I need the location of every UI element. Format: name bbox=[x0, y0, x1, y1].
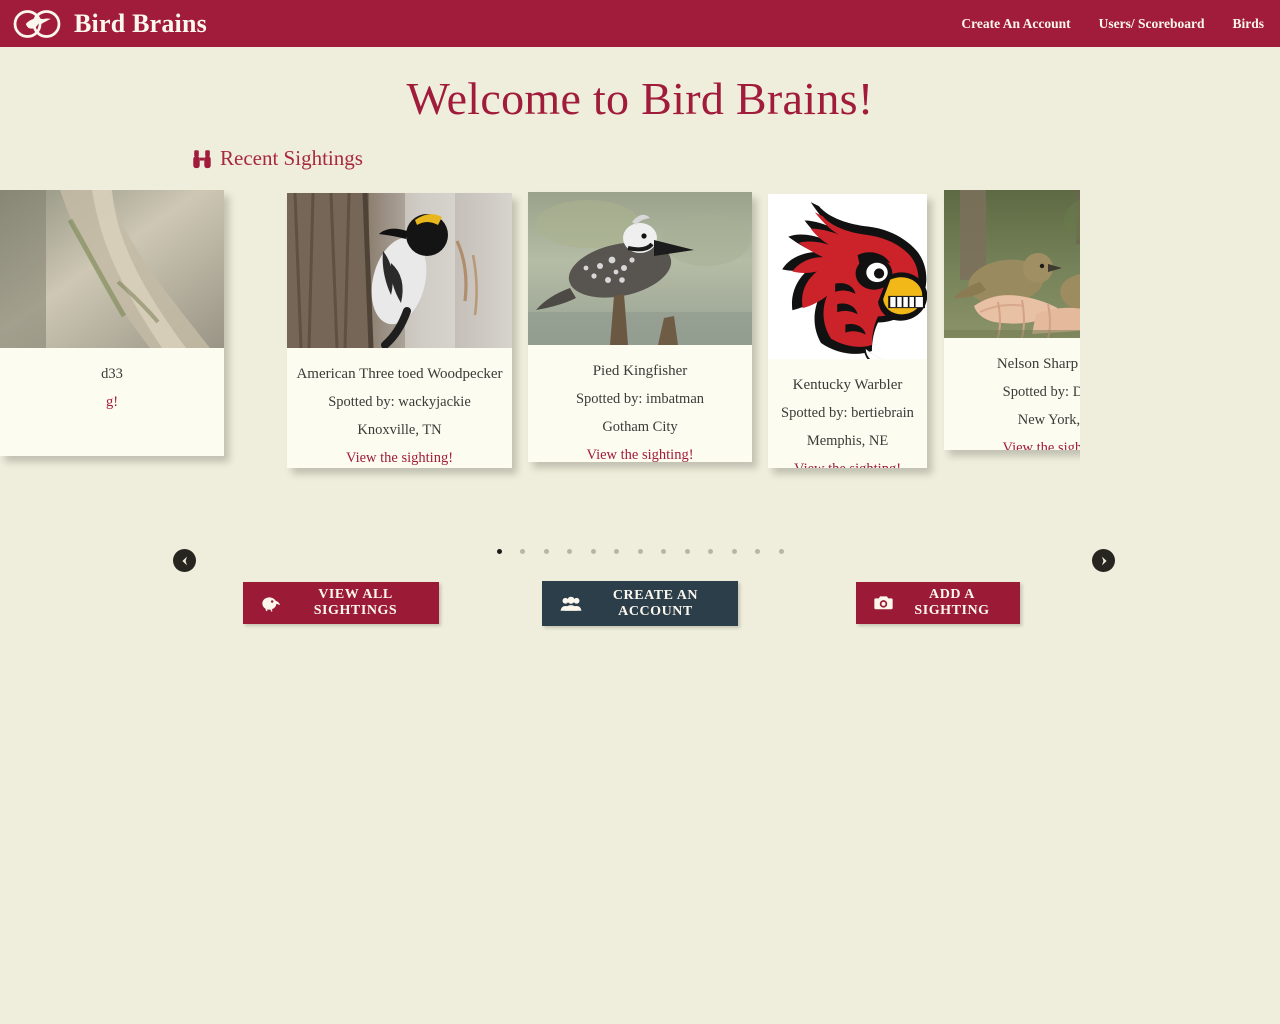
top-navbar: Bird Brains Create An Account Users/ Sco… bbox=[0, 0, 1280, 47]
sighting-view-link[interactable]: View the sighting! bbox=[774, 455, 921, 468]
brand[interactable]: Bird Brains bbox=[0, 6, 207, 42]
brand-name: Bird Brains bbox=[74, 8, 207, 38]
sighting-location: New York, N bbox=[1017, 412, 1080, 428]
nav-users-scoreboard[interactable]: Users/ Scoreboard bbox=[1099, 16, 1205, 32]
page-title: Welcome to Bird Brains! bbox=[406, 73, 874, 124]
sighting-card-body: Pied Kingfisher Spotted by: imbatman Got… bbox=[528, 345, 752, 462]
sighting-view-link[interactable]: View the sighting! bbox=[293, 444, 506, 468]
view-all-sightings-label: VIEW ALL SIGHTINGS bbox=[313, 587, 398, 618]
sighting-spotted-by: Spotted by: wackyjackie bbox=[328, 394, 471, 410]
carousel-dot-0[interactable] bbox=[496, 549, 502, 554]
carousel-dot-7[interactable] bbox=[661, 549, 666, 554]
nav-links: Create An Account Users/ Scoreboard Bird… bbox=[961, 16, 1280, 32]
sighting-spotted-by: Spotted by: imbatman bbox=[575, 391, 705, 407]
carousel-dot-3[interactable] bbox=[567, 549, 572, 554]
woodpecker-on-tree-photo bbox=[287, 193, 512, 348]
carousel-dot-10[interactable] bbox=[731, 549, 737, 554]
sighting-spotted-by: Spotted by: Dee R bbox=[1002, 384, 1080, 400]
carousel-left-clip: d33 g! bbox=[0, 190, 273, 490]
section-title: Recent Sightings bbox=[220, 146, 363, 170]
camera-icon bbox=[874, 595, 893, 611]
carousel-dot-4[interactable] bbox=[590, 549, 596, 554]
sparrows-in-hand-photo bbox=[944, 190, 1080, 338]
sighting-spotted-by: d33 bbox=[101, 366, 123, 382]
sighting-card-body: American Three toed Woodpecker Spotted b… bbox=[287, 348, 512, 468]
carousel-dot-9[interactable] bbox=[708, 549, 713, 554]
sighting-card-body: Kentucky Warbler Spotted by: bertiebrain… bbox=[768, 359, 927, 468]
sighting-view-link[interactable]: g! bbox=[6, 388, 218, 416]
bird-on-branch-photo bbox=[0, 190, 224, 348]
add-sighting-button[interactable]: ADD A SIGHTING bbox=[856, 582, 1020, 624]
sighting-card[interactable]: Pied Kingfisher Spotted by: imbatman Got… bbox=[528, 192, 752, 462]
kiwi-bird-icon bbox=[261, 595, 281, 612]
carousel-dot-11[interactable] bbox=[755, 549, 760, 554]
carousel-dot-6[interactable] bbox=[637, 549, 643, 554]
users-icon bbox=[560, 596, 582, 612]
sightings-carousel: d33 g! American Three toed Woodpecker Sp… bbox=[0, 190, 1280, 572]
carousel-right-clip: Nelson Sharp tailed Spotted by: Dee R Ne… bbox=[940, 190, 1080, 490]
cardinal-mascot-logo-photo bbox=[768, 194, 927, 359]
chevron-right-icon bbox=[1098, 555, 1110, 567]
sighting-card-body: Nelson Sharp tailed Spotted by: Dee R Ne… bbox=[944, 338, 1080, 450]
action-buttons: VIEW ALL SIGHTINGS CREATE AN ACCOUNT ADD… bbox=[0, 581, 1280, 628]
add-sighting-label: ADD A SIGHTING bbox=[914, 587, 990, 618]
carousel-dot-2[interactable] bbox=[543, 549, 549, 554]
view-all-sightings-button[interactable]: VIEW ALL SIGHTINGS bbox=[243, 582, 439, 624]
sighting-view-link[interactable]: View the sighting! bbox=[950, 434, 1080, 450]
sighting-location: Gotham City bbox=[602, 419, 678, 435]
carousel-dot-12[interactable] bbox=[778, 549, 784, 554]
nav-birds[interactable]: Birds bbox=[1232, 16, 1264, 32]
sighting-bird-name: Kentucky Warbler bbox=[792, 377, 903, 393]
sighting-location: Memphis, NE bbox=[806, 433, 889, 449]
sighting-bird-name: American Three toed Woodpecker bbox=[296, 366, 503, 382]
sighting-view-link[interactable]: View the sighting! bbox=[534, 441, 746, 462]
bird-infinity-logo-icon bbox=[12, 6, 62, 42]
carousel-next-button[interactable] bbox=[1092, 549, 1115, 572]
sighting-spotted-by: Spotted by: bertiebrain bbox=[781, 405, 914, 421]
carousel-prev-button[interactable] bbox=[173, 549, 196, 572]
binoculars-icon bbox=[191, 148, 213, 170]
sighting-card[interactable]: Nelson Sharp tailed Spotted by: Dee R Ne… bbox=[944, 190, 1080, 450]
chevron-left-icon bbox=[179, 555, 191, 567]
recent-sightings-header: Recent Sightings bbox=[191, 146, 363, 171]
nav-create-account[interactable]: Create An Account bbox=[961, 16, 1070, 32]
sighting-card[interactable]: American Three toed Woodpecker Spotted b… bbox=[287, 193, 512, 468]
carousel-dot-1[interactable] bbox=[520, 549, 525, 554]
create-account-button[interactable]: CREATE AN ACCOUNT bbox=[542, 581, 738, 626]
pied-kingfisher-photo bbox=[528, 192, 752, 345]
sighting-location: Knoxville, TN bbox=[357, 422, 442, 438]
carousel-dot-5[interactable] bbox=[614, 549, 619, 554]
create-account-label: CREATE AN ACCOUNT bbox=[612, 587, 699, 619]
sighting-bird-name: Pied Kingfisher bbox=[592, 363, 688, 379]
sighting-card[interactable]: Kentucky Warbler Spotted by: bertiebrain… bbox=[768, 194, 927, 468]
sighting-bird-name: Nelson Sharp tailed bbox=[996, 356, 1080, 372]
sighting-card[interactable]: d33 g! bbox=[0, 190, 224, 456]
carousel-dot-8[interactable] bbox=[684, 549, 690, 554]
sighting-card-body: d33 g! bbox=[0, 348, 224, 432]
